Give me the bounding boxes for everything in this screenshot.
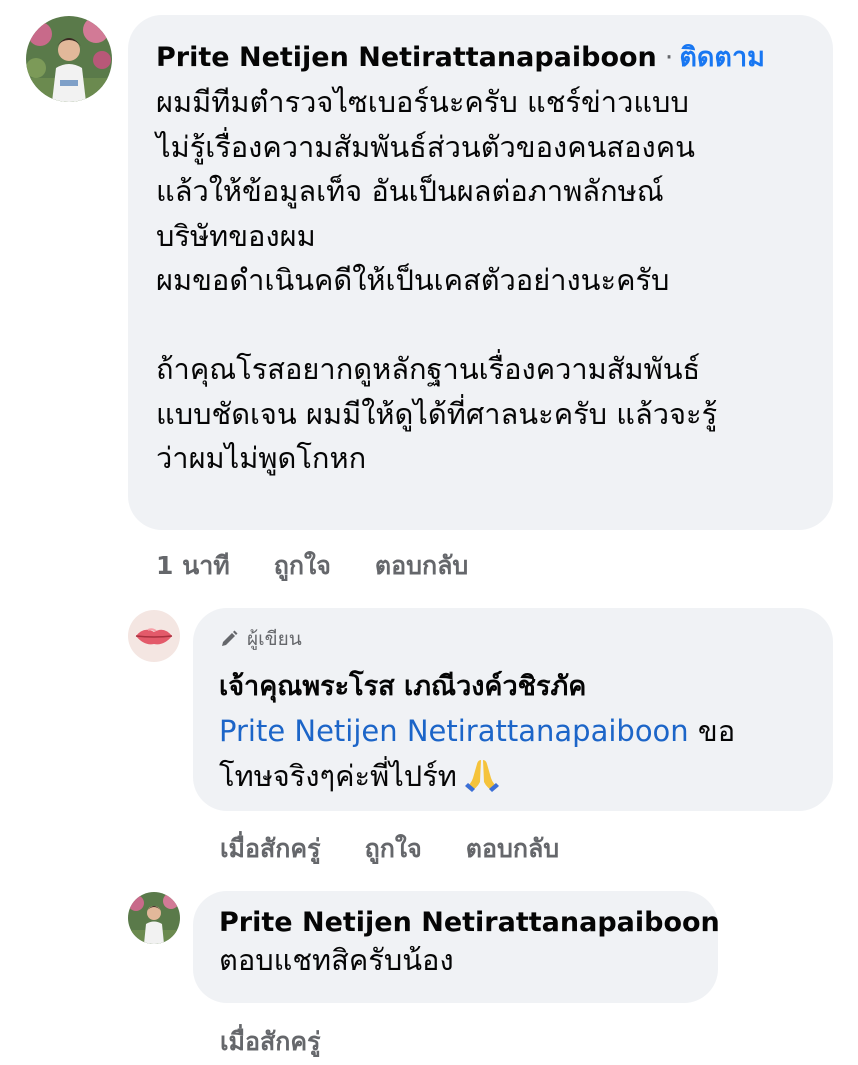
reply-bubble: ผู้เขียน เจ้าคุณพระโรส เภณีวงค์วชิรภัค P… [193,608,833,811]
reply-button[interactable]: ตอบกลับ [466,829,559,869]
reply-bubble: Prite Netijen Netirattanapaiboon ตอบแชทส… [193,891,720,1003]
avatar-rose[interactable] [128,610,180,662]
reply-actions: เมื่อสักครู่ [220,1022,321,1062]
reply-text: Prite Netijen Netirattanapaiboon ขอ โทษจ… [219,709,813,798]
mention-link[interactable]: Prite Netijen Netirattanapaiboon [219,714,689,748]
comment-author-name[interactable]: Prite Netijen Netirattanapaiboon [156,42,657,73]
like-button[interactable]: ถูกใจ [365,829,422,869]
author-badge: ผู้เขียน [219,624,813,654]
author-badge-label: ผู้เขียน [247,628,302,650]
reply-author-name[interactable]: เจ้าคุณพระโรส เภณีวงค์วชิรภัค [219,664,813,707]
reply-timestamp[interactable]: เมื่อสักครู่ [220,1022,321,1062]
reply-actions: เมื่อสักครู่ ถูกใจ ตอบกลับ [220,829,559,869]
like-button[interactable]: ถูกใจ [274,546,331,586]
avatar-photo-icon [26,16,112,102]
avatar-prite-small[interactable] [128,892,180,944]
reply-timestamp[interactable]: เมื่อสักครู่ [220,829,321,869]
pencil-icon [222,630,238,646]
folded-hands-emoji-icon [464,759,499,792]
comment-timestamp[interactable]: 1 นาที [156,546,230,586]
comment-actions: 1 นาที ถูกใจ ตอบกลับ [156,546,468,586]
follow-link[interactable]: ติดตาม [679,42,765,73]
reply-text: ตอบแชทสิครับน้อง [219,943,454,977]
avatar-prite[interactable] [26,16,112,102]
comment-bubble: Prite Netijen Netirattanapaiboon · ติดตาม … [128,15,833,530]
reply-author-name[interactable]: Prite Netijen Netirattanapaiboon [219,907,720,938]
comment-thread: Prite Netijen Netirattanapaiboon · ติดตาม … [0,0,858,1065]
separator-dot: · [664,42,674,73]
reply-button[interactable]: ตอบกลับ [375,546,468,586]
comment-text: ผมมีทีมตำรวจไซเบอร์นะครับ แชร์ข่าวแบบ ไม… [156,85,718,475]
comment-author-header: Prite Netijen Netirattanapaiboon · ติดตาม [156,35,809,78]
avatar-lips-icon [128,610,180,662]
avatar-photo-icon [128,892,180,944]
